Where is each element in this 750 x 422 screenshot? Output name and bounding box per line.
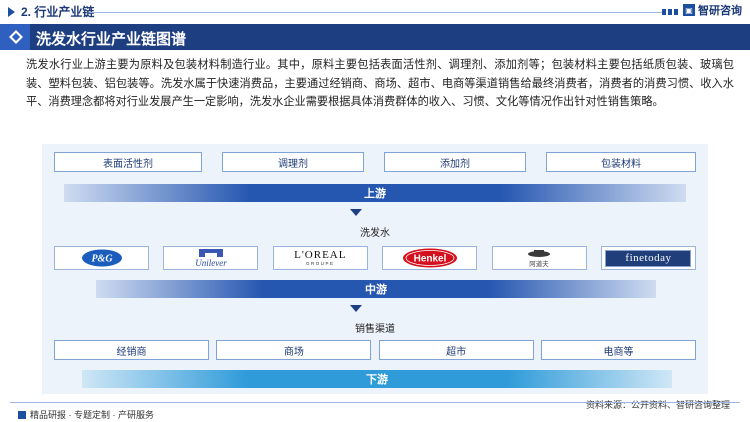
downstream-bar: 下游: [82, 370, 672, 388]
source-note: 资料来源：公开资料、智研咨询整理: [585, 400, 730, 410]
henkel-logo-icon: Henkel: [402, 248, 457, 268]
footer-tagline: 精品研报 · 专题定制 · 产研服务: [18, 408, 154, 421]
intro-paragraph: 洗发水行业上游主要为原料及包装材料制造行业。其中，原料主要包括表面活性剂、调理剂…: [26, 59, 734, 108]
title-banner: 洗发水行业产业链图谱: [0, 24, 750, 50]
upstream-bar: 上游: [64, 184, 686, 202]
finetoday-logo-text: finetoday: [625, 252, 672, 264]
channel-item: 电商等: [540, 340, 696, 360]
midstream-bar: 中游: [96, 280, 656, 298]
loreal-logo-text: L'OREAL: [294, 248, 347, 261]
upstream-item: 包装材料: [546, 152, 696, 172]
header-divider: [90, 12, 662, 13]
henkel-logo: Henkel: [382, 246, 478, 270]
upstream-row: 表面活性剂 调理剂 添加剂 包装材料: [54, 152, 696, 172]
finetoday-badge: finetoday: [605, 249, 692, 267]
section-heading: 2. 行业产业链: [8, 3, 94, 20]
pg-logo-text: P&G: [91, 254, 113, 265]
channel-item: 经销商: [54, 340, 209, 360]
unilever-logo: Unilever: [163, 246, 259, 270]
pg-logo: P&G: [54, 246, 149, 270]
brand-name: 智研咨询: [698, 5, 742, 17]
channel-item: 商场: [216, 340, 372, 360]
channel-label: 销售渠道: [355, 324, 395, 335]
banner-badge: [0, 24, 30, 50]
channel-item: 超市: [378, 340, 534, 360]
loreal-logo: L'OREAL GROUPE: [272, 246, 368, 270]
footer-tagline-text: 精品研报 · 专题定制 · 产研服务: [30, 410, 154, 420]
finetoday-logo: finetoday: [600, 246, 696, 270]
brand-logo: ▣ 智研咨询: [683, 2, 742, 18]
henkel-logo-text: Henkel: [413, 254, 446, 265]
down-arrow-icon: [350, 305, 362, 312]
footer-divider: [10, 402, 740, 403]
adolph-logo-text: 阿道夫: [529, 259, 549, 268]
loreal-groupe-text: GROUPE: [306, 260, 335, 266]
section-title-text: 2. 行业产业链: [21, 5, 95, 19]
adolph-logo: 阿道夫: [491, 246, 587, 270]
footer-square-icon: [18, 410, 26, 419]
upstream-item: 调理剂: [222, 152, 364, 172]
channel-row: 经销商 商场 超市 电商等: [54, 340, 696, 360]
upstream-item: 表面活性剂: [54, 152, 202, 172]
company-row: P&G Unilever L'OREAL GROUPE Henkel 阿道夫 f…: [54, 246, 696, 270]
down-arrow-icon: [350, 209, 362, 216]
pg-logo-icon: P&G: [81, 249, 122, 267]
product-label: 洗发水: [360, 228, 390, 239]
header-dots: [662, 9, 678, 15]
unilever-logo-icon: Unilever: [195, 249, 227, 268]
top-bar: 2. 行业产业链 ▣ 智研咨询: [0, 0, 750, 22]
upstream-item: 添加剂: [384, 152, 526, 172]
industry-chain-diagram: 表面活性剂 调理剂 添加剂 包装材料 上游 洗发水 P&G Unilever L…: [42, 144, 708, 394]
triangle-icon: [8, 6, 15, 17]
adolph-logo-icon: 阿道夫: [528, 250, 551, 268]
unilever-logo-text: Unilever: [195, 258, 227, 268]
brand-mark-icon: ▣: [683, 4, 695, 16]
page-title: 洗发水行业产业链图谱: [36, 31, 187, 48]
diamond-icon: [9, 30, 23, 44]
